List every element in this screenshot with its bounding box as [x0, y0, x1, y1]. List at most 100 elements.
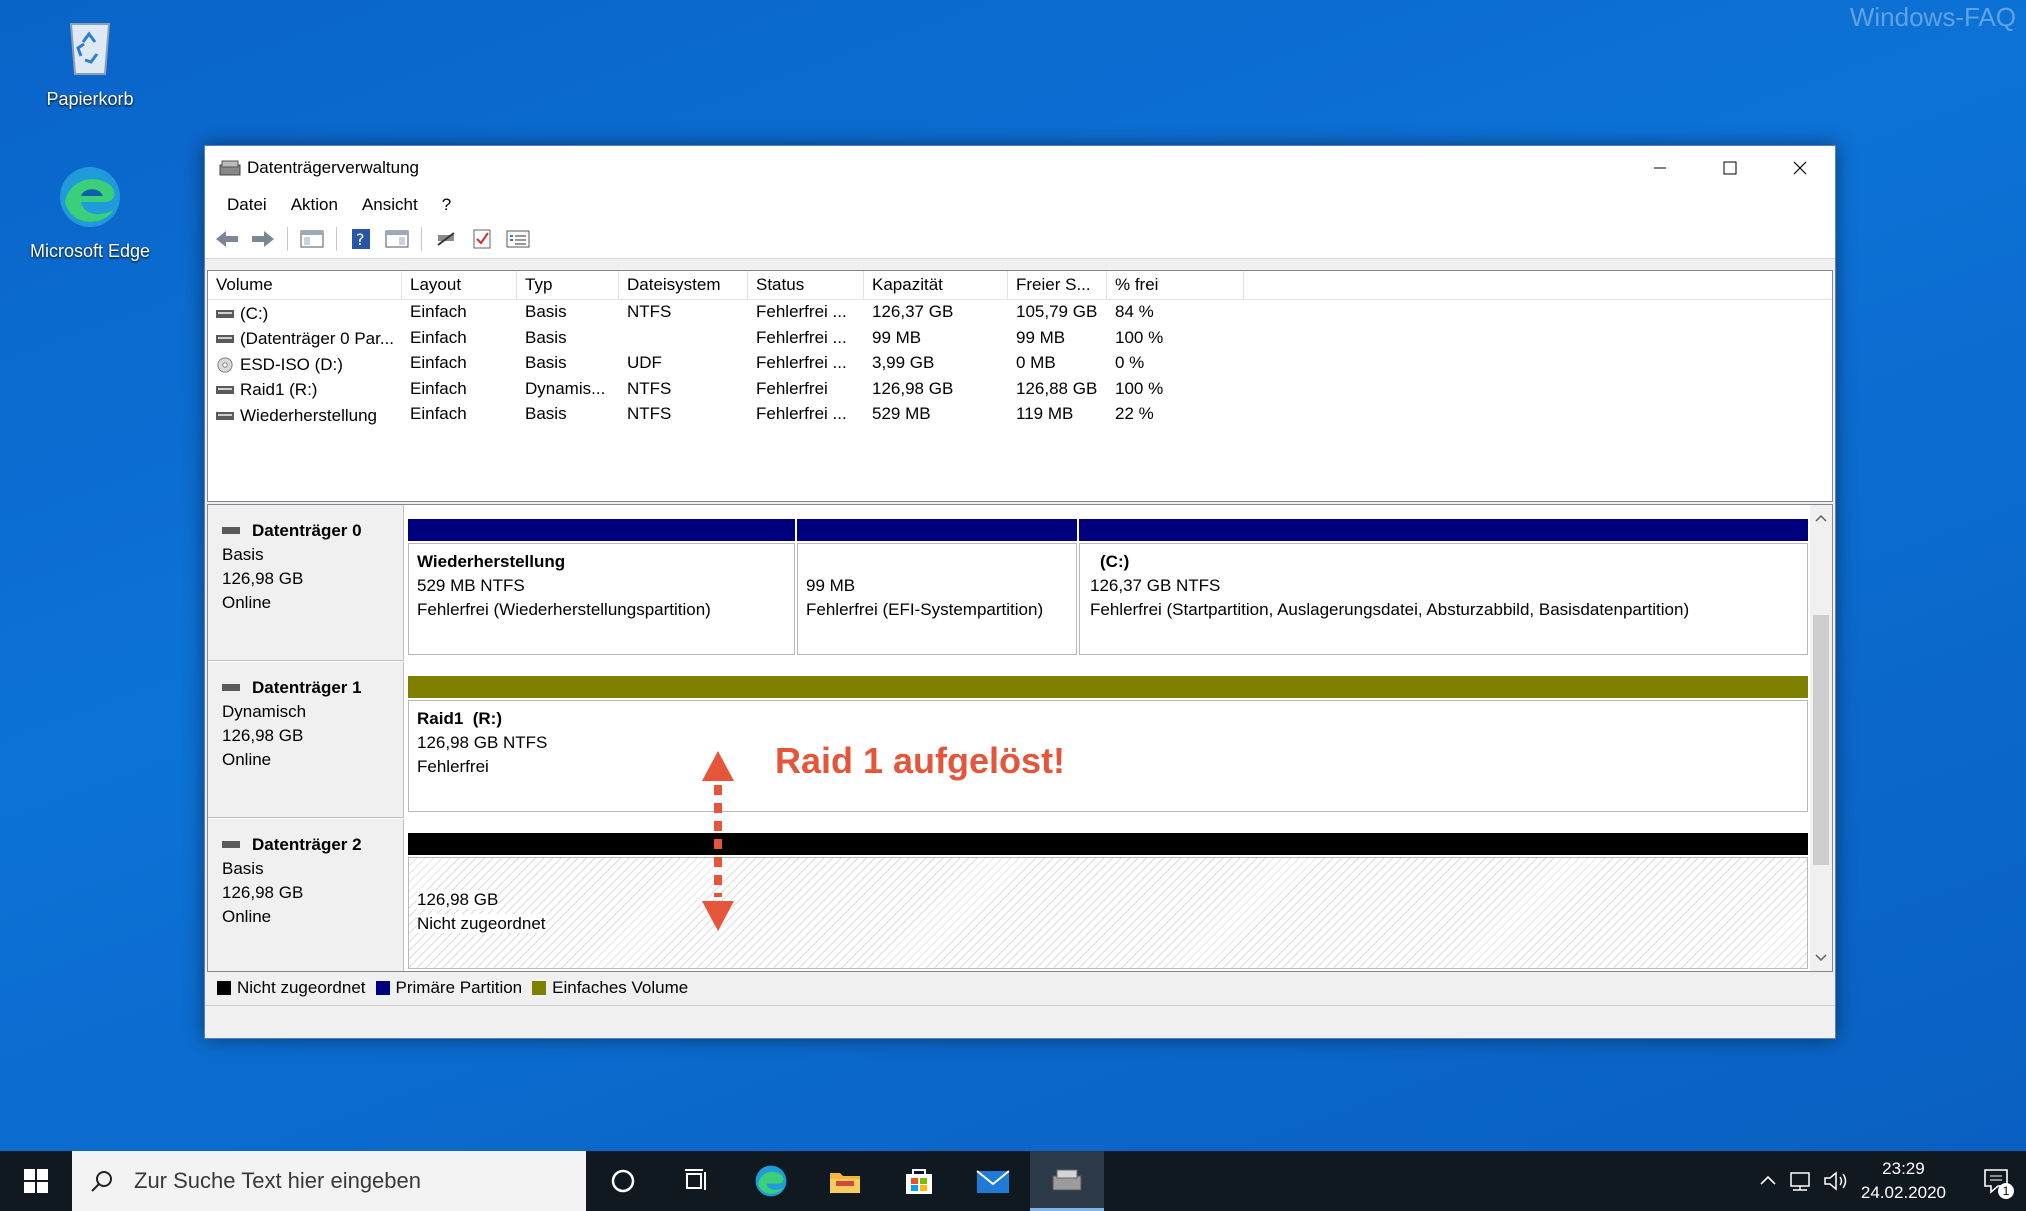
maximize-button[interactable]: [1695, 146, 1765, 190]
menu-aktion[interactable]: Aktion: [279, 195, 350, 215]
column-header-volume[interactable]: Volume: [208, 271, 402, 299]
partition-size: 126,98 GB: [417, 890, 499, 909]
column-header-kapazitaet[interactable]: Kapazität: [864, 271, 1008, 299]
disk-icon: [222, 527, 240, 534]
volume-free-space: 126,88 GB: [1016, 378, 1098, 398]
taskbar-store[interactable]: [882, 1151, 956, 1211]
partition[interactable]: Wiederherstellung 529 MB NTFS Fehlerfrei…: [408, 519, 795, 661]
taskbar-search[interactable]: Zur Suche Text hier eingeben: [72, 1151, 586, 1211]
minimize-button[interactable]: [1625, 146, 1695, 190]
partition[interactable]: Raid1 (R:) 126,98 GB NTFS Fehlerfrei: [408, 676, 1808, 818]
disk-map-scrollbar[interactable]: [1810, 505, 1832, 971]
volume-layout: Einfach: [410, 302, 467, 321]
clock[interactable]: 23:29 24.02.2020: [1861, 1157, 1946, 1205]
close-button[interactable]: [1765, 146, 1835, 190]
legend-label: Primäre Partition: [395, 978, 523, 997]
disk-management-app-icon: [1052, 1169, 1082, 1190]
partition-details: Raid1 (R:) 126,98 GB NTFS Fehlerfrei: [408, 700, 1808, 812]
menu-datei[interactable]: Datei: [215, 195, 279, 215]
primary-partition-bar: [408, 519, 795, 541]
taskbar-disk-management[interactable]: [1030, 1151, 1104, 1211]
disk-size: 126,98 GB: [222, 883, 304, 902]
back-button[interactable]: [211, 224, 243, 254]
column-header-layout[interactable]: Layout: [402, 271, 517, 299]
partition[interactable]: 99 MB Fehlerfrei (EFI-Systempartition): [797, 519, 1077, 661]
start-button[interactable]: [0, 1151, 72, 1211]
partition-details: 99 MB Fehlerfrei (EFI-Systempartition): [797, 543, 1077, 655]
disk-map: Datenträger 0 Basis 126,98 GB Online Wie…: [207, 504, 1833, 972]
volume-percent-free: 84 %: [1115, 302, 1154, 321]
column-header-freier-speicher[interactable]: Freier S...: [1008, 271, 1107, 299]
partition[interactable]: 126,98 GB Nicht zugeordnet: [408, 833, 1808, 971]
volume-type: Basis: [525, 327, 567, 347]
column-header-dateisystem[interactable]: Dateisystem: [619, 271, 748, 299]
mail-icon: [976, 1170, 1010, 1193]
connect-icon: [437, 232, 455, 246]
legend: Nicht zugeordnet Primäre Partition Einfa…: [207, 974, 688, 1002]
taskbar: Zur Suche Text hier eingeben 23:29 24.02…: [0, 1151, 2026, 1211]
task-view-button[interactable]: [660, 1151, 734, 1211]
title-bar[interactable]: Datenträgerverwaltung: [205, 146, 1835, 190]
properties-button[interactable]: [381, 224, 413, 254]
table-row[interactable]: (C:) Einfach Basis NTFS Fehlerfrei ... 1…: [208, 300, 1832, 326]
disk-management-app-icon: [219, 160, 241, 176]
console-tree-button[interactable]: [296, 224, 328, 254]
taskbar-edge[interactable]: [734, 1151, 808, 1211]
cortana-icon: [611, 1169, 635, 1193]
desktop-icon-recycle-bin[interactable]: Papierkorb: [20, 10, 160, 110]
volume-filesystem: NTFS: [627, 378, 672, 398]
table-row[interactable]: (Datenträger 0 Par... Einfach Basis Fehl…: [208, 326, 1832, 352]
disk-info[interactable]: Datenträger 1 Dynamisch 126,98 GB Online: [208, 662, 404, 818]
toolbar-separator: [336, 227, 337, 251]
volume-percent-free: 100 %: [1115, 378, 1164, 398]
menu-ansicht[interactable]: Ansicht: [350, 195, 430, 215]
check-button[interactable]: [466, 224, 498, 254]
partition[interactable]: (C:) 126,37 GB NTFS Fehlerfrei (Startpar…: [1079, 519, 1808, 661]
volume-free-space: 99 MB: [1016, 327, 1066, 347]
network-icon[interactable]: [1787, 1168, 1817, 1194]
volume-layout: Einfach: [410, 378, 467, 398]
forward-arrow-icon: [252, 231, 274, 247]
drive-icon: [216, 309, 234, 318]
partition-status: Fehlerfrei (Wiederherstellungspartition): [417, 600, 711, 619]
menu-help[interactable]: ?: [430, 195, 463, 215]
disk-size: 126,98 GB: [222, 726, 304, 745]
store-bag-icon: [906, 1169, 932, 1194]
volume-list: Volume Layout Typ Dateisystem Status Kap…: [207, 270, 1833, 502]
table-row[interactable]: Wiederherstellung Einfach Basis NTFS Feh…: [208, 402, 1832, 428]
taskbar-mail[interactable]: [956, 1151, 1030, 1211]
volume-capacity: 126,37 GB: [872, 302, 954, 321]
volume-type: Basis: [525, 302, 567, 321]
scrollbar-thumb[interactable]: [1813, 615, 1829, 865]
notification-center-button[interactable]: 1: [1966, 1151, 2026, 1211]
help-button[interactable]: ?: [345, 224, 377, 254]
partition-title: (C:): [1100, 552, 1130, 571]
volume-icon[interactable]: [1821, 1168, 1851, 1194]
cortana-button[interactable]: [586, 1151, 660, 1211]
window-title: Datenträgerverwaltung: [247, 158, 419, 177]
list-button[interactable]: [502, 224, 534, 254]
disk-info[interactable]: Datenträger 2 Basis 126,98 GB Online: [208, 819, 404, 971]
desktop-icon-label: Microsoft Edge: [29, 241, 151, 261]
simple-volume-bar: [408, 676, 1808, 698]
column-header-status[interactable]: Status: [748, 271, 864, 299]
connect-button[interactable]: [430, 224, 462, 254]
taskbar-file-explorer[interactable]: [808, 1151, 882, 1211]
disk-state: Online: [222, 593, 272, 612]
volume-layout: Einfach: [410, 327, 467, 347]
table-row[interactable]: ESD-ISO (D:) Einfach Basis UDF Fehlerfre…: [208, 351, 1832, 377]
column-header-typ[interactable]: Typ: [517, 271, 619, 299]
column-header-prozent-frei[interactable]: % frei: [1107, 271, 1244, 299]
table-row[interactable]: Raid1 (R:) Einfach Dynamis... NTFS Fehle…: [208, 377, 1832, 403]
volume-filesystem: [619, 326, 748, 352]
forward-button[interactable]: [247, 224, 279, 254]
double-arrow-annotation: [702, 751, 734, 931]
windows-logo-icon: [24, 1169, 48, 1193]
volume-free-space: 119 MB: [1016, 404, 1074, 423]
scroll-down-icon: [1815, 954, 1827, 962]
desktop-icon-edge[interactable]: Microsoft Edge: [20, 162, 160, 262]
volume-list-header: Volume Layout Typ Dateisystem Status Kap…: [208, 271, 1832, 300]
disk-info[interactable]: Datenträger 0 Basis 126,98 GB Online: [208, 505, 404, 661]
partition-status: Nicht zugeordnet: [417, 914, 546, 933]
chevron-up-icon[interactable]: [1755, 1168, 1781, 1194]
